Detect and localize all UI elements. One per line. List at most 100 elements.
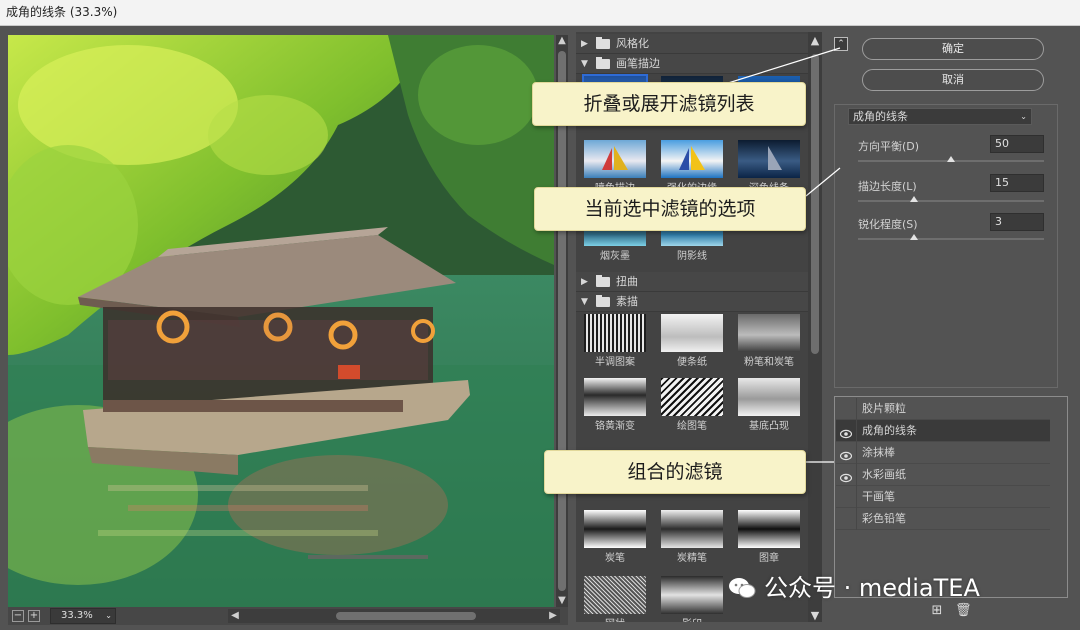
- thumb-caption: 网状: [578, 615, 652, 622]
- visibility-eye-icon[interactable]: [839, 447, 853, 461]
- scroll-down-icon[interactable]: ▼: [808, 609, 822, 622]
- visibility-eye-icon[interactable]: [840, 491, 852, 501]
- scroll-right-icon[interactable]: ▶: [546, 609, 560, 623]
- option-label-direction-balance: 方向平衡(D): [858, 140, 920, 153]
- folder-icon: [596, 37, 610, 49]
- delete-effect-layer-icon[interactable]: 🗑: [955, 604, 972, 618]
- expanded-arrow-icon: ▼: [581, 297, 588, 307]
- thumb-caption: 阴影线: [677, 251, 707, 262]
- layer-name: 涂抹棒: [862, 446, 895, 459]
- thumb-caption: 绘图笔: [677, 421, 707, 432]
- ok-button[interactable]: 确定: [862, 38, 1044, 60]
- zoom-out-button[interactable]: −: [12, 610, 24, 622]
- filter-select[interactable]: 成角的线条 ⌄: [848, 108, 1032, 125]
- sharpness-slider[interactable]: [858, 234, 1044, 240]
- thumb-image: [661, 314, 723, 352]
- collapse-gallery-button[interactable]: ⌃: [834, 37, 848, 51]
- expanded-arrow-icon: ▼: [581, 59, 588, 69]
- scroll-up-icon[interactable]: ▲: [808, 34, 822, 47]
- gallery-scrollbar[interactable]: ▲ ▼: [808, 32, 822, 622]
- category-stylize[interactable]: ▶ 风格化: [576, 34, 808, 54]
- thumb-caption: 半调图案: [595, 357, 635, 368]
- wechat-logo-icon: [729, 578, 756, 598]
- new-effect-layer-icon[interactable]: ⊞: [930, 604, 944, 618]
- thumb-image: [584, 510, 646, 548]
- visibility-eye-icon[interactable]: [839, 469, 853, 483]
- scroll-left-icon[interactable]: ◀: [228, 609, 242, 623]
- filter-thumb-halftone[interactable]: 半调图案: [584, 314, 646, 370]
- thumb-image: [738, 510, 800, 548]
- thumb-caption: 炭精笔: [677, 553, 707, 564]
- watermark: 公众号 · mediaTEA: [728, 568, 980, 603]
- option-label-sharpness: 锐化程度(S): [858, 218, 918, 231]
- filter-thumb-note-paper[interactable]: 便条纸: [661, 314, 723, 370]
- category-sketch[interactable]: ▼ 素描: [576, 292, 808, 312]
- effect-layer-row[interactable]: 胶片颗粒: [836, 398, 1050, 420]
- effect-layer-row[interactable]: 成角的线条: [836, 420, 1050, 442]
- thumb-image: [738, 140, 800, 178]
- scroll-up-icon[interactable]: ▲: [556, 35, 568, 47]
- cancel-button[interactable]: 取消: [862, 69, 1044, 91]
- filter-thumb-chrome[interactable]: 铬黄渐变: [584, 378, 646, 434]
- scrollbar-thumb[interactable]: [811, 54, 819, 354]
- layer-name: 成角的线条: [862, 424, 917, 437]
- filter-thumb-graphic-pen[interactable]: 绘图笔: [661, 378, 723, 434]
- scrollbar-thumb[interactable]: [558, 51, 566, 591]
- effect-layer-row[interactable]: 彩色铅笔: [836, 508, 1050, 530]
- slider-knob[interactable]: [947, 156, 955, 162]
- category-label: 素描: [616, 295, 638, 308]
- thumb-image: [661, 576, 723, 614]
- category-label: 画笔描边: [616, 57, 660, 70]
- thumb-image: [738, 378, 800, 416]
- thumb-caption: 粉笔和炭笔: [744, 357, 794, 368]
- visibility-eye-icon[interactable]: [840, 403, 852, 413]
- effect-layer-row[interactable]: 干画笔: [836, 486, 1050, 508]
- thumb-image: [738, 314, 800, 352]
- thumb-image: [661, 510, 723, 548]
- zoom-value: 33.3%: [61, 610, 93, 621]
- visibility-eye-icon[interactable]: [840, 513, 852, 523]
- callout-collapse-filter-list: 折叠或展开滤镜列表: [532, 82, 806, 126]
- window-title: 成角的线条 (33.3%): [0, 0, 1080, 26]
- scrollbar-thumb[interactable]: [336, 612, 476, 620]
- direction-balance-input[interactable]: 50: [990, 135, 1044, 153]
- effect-layer-row[interactable]: 水彩画纸: [836, 464, 1050, 486]
- filter-thumb-photocopy[interactable]: 影印: [661, 576, 723, 622]
- slider-knob[interactable]: [909, 196, 918, 202]
- stroke-length-input[interactable]: 15: [990, 174, 1044, 192]
- zoom-select[interactable]: 33.3% ⌄: [50, 608, 116, 624]
- category-distort[interactable]: ▶ 扭曲: [576, 272, 808, 292]
- chevron-down-icon: ⌄: [105, 611, 112, 620]
- filter-thumb-bas-relief[interactable]: 基底凸现: [738, 378, 800, 434]
- thumb-image: [584, 314, 646, 352]
- collapsed-arrow-icon: ▶: [581, 39, 588, 49]
- callout-combined-filters: 组合的滤镜: [544, 450, 806, 494]
- thumb-caption: 炭笔: [605, 553, 625, 564]
- stroke-length-slider[interactable]: [858, 196, 1044, 202]
- preview-canvas[interactable]: [8, 35, 554, 607]
- visibility-eye-icon[interactable]: [839, 425, 853, 439]
- filter-thumb-reticulation[interactable]: 网状: [584, 576, 646, 622]
- slider-knob[interactable]: [909, 234, 918, 240]
- filter-thumb-chalk-charcoal[interactable]: 粉笔和炭笔: [738, 314, 800, 370]
- filter-thumb-charcoal[interactable]: 炭笔: [584, 510, 646, 566]
- thumb-caption: 铬黄渐变: [595, 421, 635, 432]
- direction-balance-slider[interactable]: [858, 156, 1044, 162]
- folder-icon: [596, 275, 610, 287]
- collapsed-arrow-icon: ▶: [581, 277, 588, 287]
- layer-name: 彩色铅笔: [862, 512, 906, 525]
- category-label: 风格化: [616, 37, 649, 50]
- zoom-in-button[interactable]: +: [28, 610, 40, 622]
- preview-horizontal-scrollbar[interactable]: ◀ ▶: [228, 609, 560, 623]
- filter-thumb-conte-crayon[interactable]: 炭精笔: [661, 510, 723, 566]
- category-brush-strokes[interactable]: ▼ 画笔描边: [576, 54, 808, 74]
- chevron-down-icon: ⌄: [1020, 112, 1027, 121]
- thumb-caption: 基底凸现: [749, 421, 789, 432]
- thumb-image: [584, 576, 646, 614]
- sharpness-input[interactable]: 3: [990, 213, 1044, 231]
- scroll-down-icon[interactable]: ▼: [556, 595, 568, 607]
- callout-current-filter-options: 当前选中滤镜的选项: [534, 187, 806, 231]
- effect-layer-row[interactable]: 涂抹棒: [836, 442, 1050, 464]
- filter-thumb-stamp[interactable]: 图章: [738, 510, 800, 566]
- folder-icon: [596, 57, 610, 69]
